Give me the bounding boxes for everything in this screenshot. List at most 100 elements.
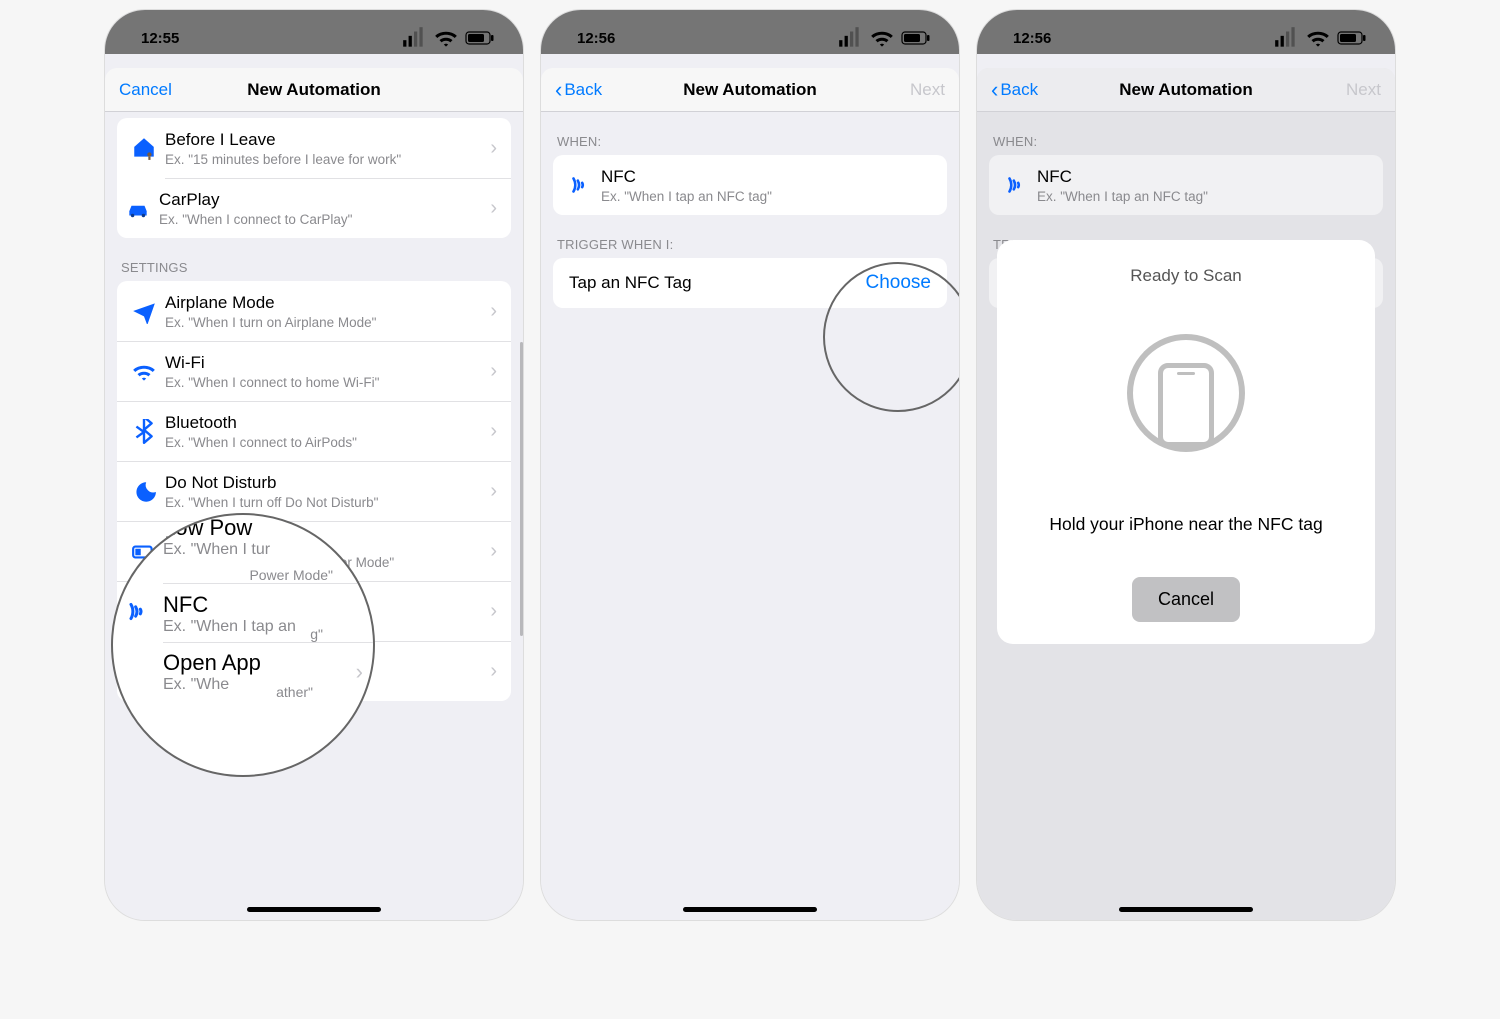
wifi-icon: [869, 25, 895, 51]
next-button-disabled: Next: [885, 80, 945, 100]
screen-3: 12:56 ‹ Back New Automation Next WHEN: N…: [977, 10, 1395, 920]
bluetooth-icon: [123, 419, 165, 445]
row-before-i-leave[interactable]: Before I Leave Ex. "15 minutes before I …: [117, 118, 511, 178]
chevron-left-icon: ‹: [555, 79, 562, 101]
nav-bar: ‹ Back New Automation Next: [977, 68, 1395, 112]
row-nfc-summary: NFC Ex. "When I tap an NFC tag": [989, 155, 1383, 215]
cancel-button[interactable]: Cancel: [119, 80, 179, 100]
wifi-icon: [433, 25, 459, 51]
tap-nfc-label: Tap an NFC Tag: [569, 273, 692, 293]
signal-icon: [837, 25, 863, 51]
highlight-lens: Low Pow Ex. "When I tur Power Mode" NFC …: [111, 513, 375, 777]
status-bar: 12:56: [977, 10, 1395, 54]
chevron-right-icon: ›: [488, 360, 499, 383]
row-tap-nfc[interactable]: Tap an NFC Tag Choose: [553, 258, 947, 308]
status-bar: 12:55: [105, 10, 523, 54]
moon-icon: [123, 479, 165, 505]
row-bluetooth[interactable]: Bluetooth Ex. "When I connect to AirPods…: [117, 401, 511, 461]
back-label: Back: [564, 80, 602, 100]
row-title: Bluetooth: [165, 413, 488, 433]
row-carplay[interactable]: CarPlay Ex. "When I connect to CarPlay" …: [165, 178, 511, 238]
row-sub: Ex. "When I connect to home Wi-Fi": [165, 375, 488, 390]
row-do-not-disturb[interactable]: Do Not Disturb Ex. "When I turn off Do N…: [117, 461, 511, 521]
battery-icon: [901, 31, 931, 45]
row-nfc-summary: NFC Ex. "When I tap an NFC tag": [553, 155, 947, 215]
status-icons: [1273, 25, 1367, 51]
signal-icon: [1273, 25, 1299, 51]
screen-1: 12:55 Cancel New Automation Before I Lea…: [105, 10, 523, 920]
row-sub: Ex. "When I tap an NFC tag": [601, 189, 935, 204]
row-sub: Ex. "When I tap an NFC tag": [1037, 189, 1371, 204]
trigger-card: Tap an NFC Tag Choose: [553, 258, 947, 308]
nav-bar: Cancel New Automation: [105, 68, 523, 112]
zoom-nfc-sub: Ex. "When I tap an: [163, 618, 361, 636]
airplane-icon: [123, 298, 165, 324]
chevron-right-icon: ›: [488, 197, 499, 220]
nfc-icon: [559, 172, 601, 198]
zoom-openapp-sub: Ex. "Whe: [163, 676, 361, 694]
status-time: 12:56: [1013, 30, 1051, 47]
home-indicator[interactable]: [683, 907, 817, 912]
zoom-lowpower-title: Low Pow: [163, 515, 361, 541]
home-leave-icon: [123, 135, 165, 161]
choose-button[interactable]: Choose: [866, 272, 932, 294]
home-indicator[interactable]: [1119, 907, 1253, 912]
scan-title: Ready to Scan: [1015, 266, 1357, 286]
back-button[interactable]: ‹ Back: [555, 79, 615, 101]
phone-outline-icon: [1158, 363, 1214, 447]
nfc-scan-sheet: Ready to Scan Hold your iPhone near the …: [997, 240, 1375, 644]
row-sub: Ex. "When I connect to CarPlay": [159, 212, 488, 227]
wifi-icon: [1305, 25, 1331, 51]
back-button[interactable]: ‹ Back: [991, 79, 1051, 101]
events-card: Before I Leave Ex. "15 minutes before I …: [117, 118, 511, 238]
status-icons: [837, 25, 931, 51]
zoom-lowpower-sub: Ex. "When I tur: [163, 541, 361, 559]
section-header-trigger: TRIGGER WHEN I:: [541, 215, 959, 258]
signal-icon: [401, 25, 427, 51]
chevron-right-icon: ›: [488, 300, 499, 323]
when-card: NFC Ex. "When I tap an NFC tag": [989, 155, 1383, 215]
screen-2: 12:56 ‹ Back New Automation Next WHEN: N…: [541, 10, 959, 920]
row-airplane-mode[interactable]: Airplane Mode Ex. "When I turn on Airpla…: [117, 281, 511, 341]
modal-sheet: ‹ Back New Automation Next WHEN: NFC Ex.…: [541, 68, 959, 920]
zoom-lowpower-tail: Power Mode": [113, 567, 373, 583]
row-title: CarPlay: [159, 190, 488, 210]
carplay-icon: [117, 196, 159, 222]
scan-message: Hold your iPhone near the NFC tag: [1015, 514, 1357, 535]
row-title: NFC: [601, 167, 935, 187]
row-title: NFC: [1037, 167, 1371, 187]
chevron-right-icon: ›: [488, 540, 499, 563]
row-title: Before I Leave: [165, 130, 488, 150]
when-card: NFC Ex. "When I tap an NFC tag": [553, 155, 947, 215]
next-button-disabled: Next: [1321, 80, 1381, 100]
battery-icon: [1337, 31, 1367, 45]
chevron-right-icon: ›: [488, 660, 499, 683]
chevron-right-icon: ›: [488, 420, 499, 443]
status-icons: [401, 25, 495, 51]
status-time: 12:55: [141, 30, 179, 47]
row-sub: Ex. "15 minutes before I leave for work": [165, 152, 488, 167]
nav-bar: ‹ Back New Automation Next: [541, 68, 959, 112]
chevron-right-icon: ›: [488, 137, 499, 160]
scan-cancel-button[interactable]: Cancel: [1132, 577, 1240, 622]
back-label: Back: [1000, 80, 1038, 100]
section-header-when: WHEN:: [541, 112, 959, 155]
wifi-icon: [123, 359, 165, 385]
status-bar: 12:56: [541, 10, 959, 54]
row-title: Do Not Disturb: [165, 473, 488, 493]
row-title: Airplane Mode: [165, 293, 488, 313]
section-header-settings: SETTINGS: [105, 238, 523, 281]
chevron-right-icon: ›: [488, 480, 499, 503]
chevron-right-icon: ›: [488, 600, 499, 623]
row-sub: Ex. "When I connect to AirPods": [165, 435, 488, 450]
row-title: Wi-Fi: [165, 353, 488, 373]
section-header-when: WHEN:: [977, 112, 1395, 155]
row-sub: Ex. "When I turn off Do Not Disturb": [165, 495, 488, 510]
home-indicator[interactable]: [247, 907, 381, 912]
row-wifi[interactable]: Wi-Fi Ex. "When I connect to home Wi-Fi"…: [117, 341, 511, 401]
scroll-indicator[interactable]: [520, 342, 523, 636]
chevron-left-icon: ‹: [991, 79, 998, 101]
battery-icon: [465, 31, 495, 45]
scan-illustration: [1127, 334, 1245, 452]
nfc-icon: [995, 172, 1037, 198]
